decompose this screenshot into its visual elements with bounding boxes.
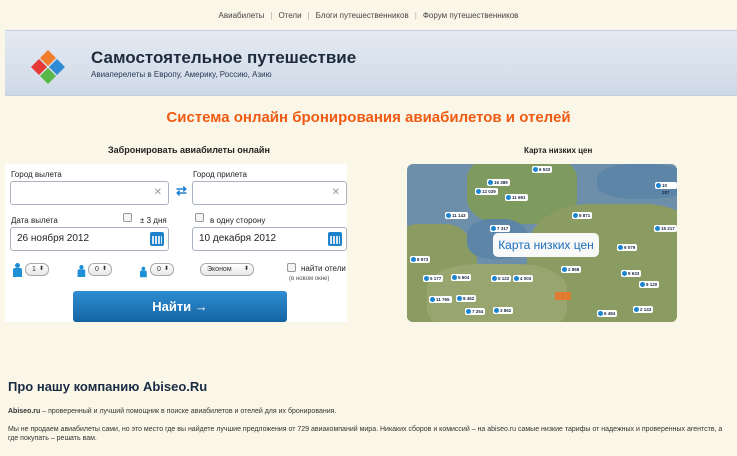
clear-icon[interactable]: ✕ <box>332 187 340 199</box>
price-pin[interactable]: 3 862 <box>493 307 514 314</box>
map-marker <box>555 292 571 300</box>
price-pin[interactable]: 9 633 <box>621 270 642 277</box>
price-pin[interactable]: 8 973 <box>410 256 431 263</box>
oneway-checkbox[interactable] <box>195 213 204 222</box>
page-headline: Система онлайн бронирования авиабилетов … <box>166 109 571 126</box>
site-logo[interactable] <box>29 48 67 86</box>
price-pin[interactable]: 5 604 <box>451 274 472 281</box>
nav-link-hotels[interactable]: Отели <box>272 11 307 20</box>
adult-icon <box>13 263 22 277</box>
oneway-label: в одну сторону <box>210 216 266 225</box>
low-price-map[interactable]: 16 389 6 533 10 287 12 029 11 691 11 143… <box>407 164 677 322</box>
depart-date-input[interactable]: 26 ноября 2012 <box>10 227 169 251</box>
price-pin[interactable]: 9 079 <box>617 244 638 251</box>
nav-link-flights[interactable]: Авиабилеты <box>213 11 271 20</box>
depart-label: Дата вылета <box>11 216 58 225</box>
nav-link-forum[interactable]: Форум путешественников <box>417 11 525 20</box>
return-date-input[interactable]: 10 декабря 2012 <box>192 227 347 251</box>
infants-select[interactable]: 0 ⬍ <box>150 263 174 276</box>
class-select[interactable]: Эконом ⬍ <box>200 263 254 276</box>
to-label: Город прилета <box>193 170 247 179</box>
booking-title: Забронировать авиабилеты онлайн <box>108 145 270 155</box>
children-select[interactable]: 0 ⬍ <box>88 263 112 276</box>
adults-select[interactable]: 1 ⬍ <box>25 263 49 276</box>
child-icon <box>77 265 86 277</box>
price-pin[interactable]: 6 484 <box>597 310 618 317</box>
price-pin[interactable]: 2 143 <box>633 306 654 313</box>
hotels-label: найти отели <box>301 264 346 273</box>
about-text-1: – проверенный и лучший помощник в поиске… <box>40 408 337 415</box>
price-pin[interactable]: 15 217 <box>654 225 677 232</box>
infants-value: 0 <box>157 266 161 273</box>
hotels-sublabel: (в новом окне) <box>289 276 330 282</box>
calendar-icon[interactable] <box>328 232 342 246</box>
about-brand: Abiseo.ru <box>8 408 41 415</box>
price-pin[interactable]: 5 177 <box>423 275 444 282</box>
price-pin[interactable]: 12 029 <box>475 188 498 195</box>
price-pin[interactable]: 5 122 <box>491 275 512 282</box>
price-pin[interactable]: 11 143 <box>445 212 468 219</box>
price-pin[interactable]: 16 389 <box>487 179 510 186</box>
return-date-value: 10 декабря 2012 <box>199 233 277 244</box>
class-value: Эконом <box>207 266 232 273</box>
about-paragraph-2: Мы не продаем авиабилеты сами, но это ме… <box>8 426 723 442</box>
price-pin[interactable]: 8 871 <box>572 212 593 219</box>
adults-value: 1 <box>32 266 36 273</box>
hotels-checkbox[interactable] <box>287 263 296 272</box>
flex-dates-label: ± 3 дня <box>140 216 167 225</box>
price-pin[interactable]: 7 254 <box>465 308 486 315</box>
price-pin[interactable]: 6 533 <box>532 166 553 173</box>
top-navigation: Авиабилеты | Отели | Блоги путешественников |… <box>0 0 737 30</box>
price-pin[interactable]: 9 120 <box>639 281 660 288</box>
infant-icon <box>140 266 147 278</box>
from-city-input[interactable]: ✕ <box>10 181 169 205</box>
nav-link-blogs[interactable]: Блоги путешественников <box>310 11 415 20</box>
price-pin[interactable]: 2 868 <box>561 266 582 273</box>
find-button[interactable]: Найти → <box>73 291 287 322</box>
price-pin[interactable]: 7 317 <box>490 225 511 232</box>
site-subtitle: Авиаперелеты в Европу, Америку, Россию, … <box>91 70 272 79</box>
map-badge-button[interactable]: Карта низких цен <box>493 233 599 257</box>
children-value: 0 <box>95 266 99 273</box>
from-label: Город вылета <box>11 170 62 179</box>
swap-icon[interactable]: ⇄ <box>176 184 187 197</box>
price-pin[interactable]: 8 462 <box>456 295 477 302</box>
map-title: Карта низких цен <box>524 146 593 155</box>
flex-dates-checkbox[interactable] <box>123 213 132 222</box>
about-paragraph-1: Abiseo.ru – проверенный и лучший помощни… <box>8 407 734 416</box>
booking-form: Город вылета ✕ ⇄ Город прилета ✕ Дата вы… <box>5 164 347 322</box>
site-title[interactable]: Самостоятельное путешествие <box>91 48 356 68</box>
about-title: Про нашу компанию Abiseo.Ru <box>8 379 208 394</box>
price-pin[interactable]: 10 287 <box>655 182 677 195</box>
price-pin[interactable]: 11 765 <box>429 296 452 303</box>
calendar-icon[interactable] <box>150 232 164 246</box>
to-city-input[interactable]: ✕ <box>192 181 347 205</box>
price-pin[interactable]: 11 691 <box>505 194 528 201</box>
depart-date-value: 26 ноября 2012 <box>17 233 90 244</box>
site-header: Самостоятельное путешествие Авиаперелеты… <box>5 30 737 96</box>
price-pin[interactable]: 4 003 <box>513 275 534 282</box>
clear-icon[interactable]: ✕ <box>154 187 162 199</box>
